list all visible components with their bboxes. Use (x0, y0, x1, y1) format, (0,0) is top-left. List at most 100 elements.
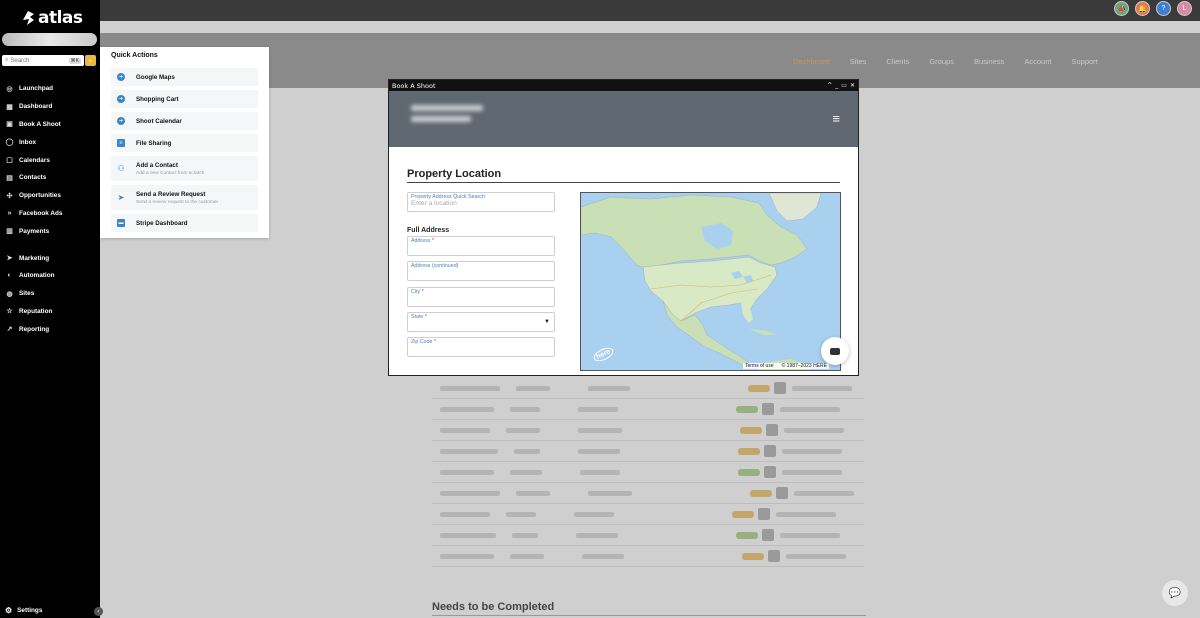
city-field[interactable]: City * (407, 287, 555, 307)
background-table-row (432, 462, 864, 483)
sidebar-item-contacts[interactable]: ▤ Contacts (0, 169, 100, 187)
required-marker: * (421, 289, 424, 295)
sidebar-item-reputation[interactable]: ☆ Reputation (0, 303, 100, 321)
chat-widget-button[interactable] (821, 337, 849, 365)
send-icon: ➤ (117, 193, 125, 202)
send-icon: ➤ (6, 255, 13, 263)
account-switcher[interactable] (2, 33, 97, 46)
quick-action-label: Add a Contact (136, 161, 178, 169)
blurred-cell (440, 490, 500, 496)
quick-action-file-sharing[interactable]: ≡ File Sharing (111, 134, 258, 152)
sidebar-item-facebook-ads[interactable]: » Facebook Ads (0, 205, 100, 223)
blurred-cell (776, 487, 788, 499)
sidebar-item-launchpad[interactable]: ◎ Launchpad (0, 80, 100, 98)
site-nav-clients[interactable]: Clients (886, 57, 909, 66)
field-placeholder: Enter a location (411, 200, 457, 207)
automation-icon: ◐ (7, 272, 12, 280)
sidebar-item-inbox[interactable]: ◯ Inbox (0, 133, 100, 151)
opportunities-icon: ✣ (6, 192, 13, 200)
blurred-cell (440, 532, 496, 538)
sidebar-item-label: Book A Shoot (19, 120, 61, 128)
blurred-cell (580, 469, 620, 475)
chevrons-icon: » (7, 209, 12, 217)
quick-action-shopping-cart[interactable]: ➜ Shopping Cart (111, 90, 258, 108)
site-nav-business[interactable]: Business (974, 57, 1004, 66)
sidebar-item-marketing[interactable]: ➤ Marketing (0, 249, 100, 267)
field-label: State * (411, 314, 551, 320)
quick-action-google-maps[interactable]: ➜ Google Maps (111, 68, 258, 86)
blurred-cell (780, 406, 840, 412)
blurred-cell (510, 469, 542, 475)
avatar[interactable]: L (1177, 1, 1192, 16)
background-table-row (432, 378, 864, 399)
sidebar-item-payments[interactable]: ▥ Payments (0, 222, 100, 240)
close-icon[interactable]: ✕ (850, 82, 855, 89)
quick-action-label: Stripe Dashboard (136, 219, 188, 227)
hamburger-menu-icon[interactable]: ≡ (832, 111, 840, 126)
sidebar-item-label: Reporting (19, 325, 50, 333)
map-tiles (581, 193, 822, 370)
site-nav-support[interactable]: Support (1071, 57, 1097, 66)
sidebar-item-calendars[interactable]: ▢ Calendars (0, 151, 100, 169)
site-nav-account[interactable]: Account (1024, 57, 1051, 66)
map[interactable]: here Terms of use © 1987–2023 HERE (580, 192, 841, 371)
quick-actions-button[interactable]: ⚡ (85, 55, 96, 66)
quick-action-stripe-dashboard[interactable]: ▬ Stripe Dashboard (111, 214, 258, 232)
sidebar-item-reporting[interactable]: ↗ Reporting (0, 320, 100, 338)
full-address-title: Full Address (407, 227, 450, 234)
sidebar-item-label: Automation (19, 272, 55, 280)
lightning-icon: ⚡ (86, 57, 95, 65)
blurred-cell (780, 532, 840, 538)
maximize-icon[interactable]: ▭ (841, 82, 847, 89)
quick-action-send-review-request[interactable]: ➤ Send a Review Request Send a review re… (111, 185, 258, 210)
blurred-cell (782, 469, 842, 475)
blurred-cell (512, 532, 538, 538)
address-quick-search-input[interactable]: Property Address Quick Search Enter a lo… (407, 192, 555, 212)
site-nav-sites[interactable]: Sites (850, 57, 867, 66)
quick-action-description: Send a review request to the customer (136, 199, 219, 205)
terms-of-use-link[interactable]: Terms of use (745, 363, 774, 369)
blurred-cell (766, 424, 778, 436)
chevron-up-icon[interactable]: ^ (827, 82, 832, 89)
sidebar-item-opportunities[interactable]: ✣ Opportunities (0, 187, 100, 205)
sidebar-item-sites[interactable]: ◍ Sites (0, 285, 100, 303)
notification-bell-icon[interactable]: 🔔 (1135, 1, 1150, 16)
blurred-cell (792, 385, 852, 391)
announcement-icon[interactable]: 📣 (1114, 1, 1129, 16)
blurred-cell (574, 511, 614, 517)
address-continued-field[interactable]: Address (continued) (407, 261, 555, 281)
sidebar-item-settings[interactable]: ⚙ Settings (5, 606, 42, 615)
file-icon: ≡ (117, 139, 125, 147)
collapse-sidebar-button[interactable]: ‹ (94, 607, 103, 616)
background-table (432, 378, 864, 567)
field-label: City * (411, 289, 551, 295)
quick-action-add-contact[interactable]: ⚇ Add a Contact Add a new Contact from s… (111, 156, 258, 181)
caret-down-icon: ▼ (544, 319, 550, 325)
help-icon[interactable]: ? (1156, 1, 1171, 16)
background-table-row (432, 483, 864, 504)
quick-action-shoot-calendar[interactable]: ➜ Shoot Calendar (111, 112, 258, 130)
state-select[interactable]: State * ▼ (407, 312, 555, 332)
required-marker: * (433, 339, 437, 345)
window-titlebar[interactable]: Book A Shoot ^ _ ▭ ✕ (389, 80, 858, 91)
sidebar-item-label: Reputation (19, 307, 53, 315)
settings-label: Settings (17, 607, 43, 614)
logo[interactable]: atlas (22, 8, 83, 28)
sidebar-item-book-a-shoot[interactable]: ▣ Book A Shoot (0, 116, 100, 134)
blurred-cell (576, 532, 618, 538)
chat-widget-button[interactable]: 💬 (1162, 580, 1188, 606)
minimize-icon[interactable]: _ (835, 82, 838, 89)
site-nav-dashboard[interactable]: Dashboard (793, 57, 830, 66)
sidebar-item-dashboard[interactable]: ▦ Dashboard (0, 98, 100, 116)
field-label-text: State (411, 314, 424, 320)
blurred-cell (764, 466, 776, 478)
search-input[interactable]: ⌕ Search ⌘K (2, 55, 84, 66)
sidebar-item-label: Contacts (19, 174, 47, 182)
sidebar-nav: ◎ Launchpad ▦ Dashboard ▣ Book A Shoot ◯ Inb… (0, 80, 100, 338)
zip-code-field[interactable]: Zip Code * (407, 337, 555, 357)
blurred-cell (748, 384, 770, 392)
blurred-cell (578, 427, 622, 433)
site-nav-groups[interactable]: Groups (929, 57, 954, 66)
address-field[interactable]: Address * (407, 236, 555, 256)
sidebar-item-automation[interactable]: ◐ Automation (0, 267, 100, 285)
